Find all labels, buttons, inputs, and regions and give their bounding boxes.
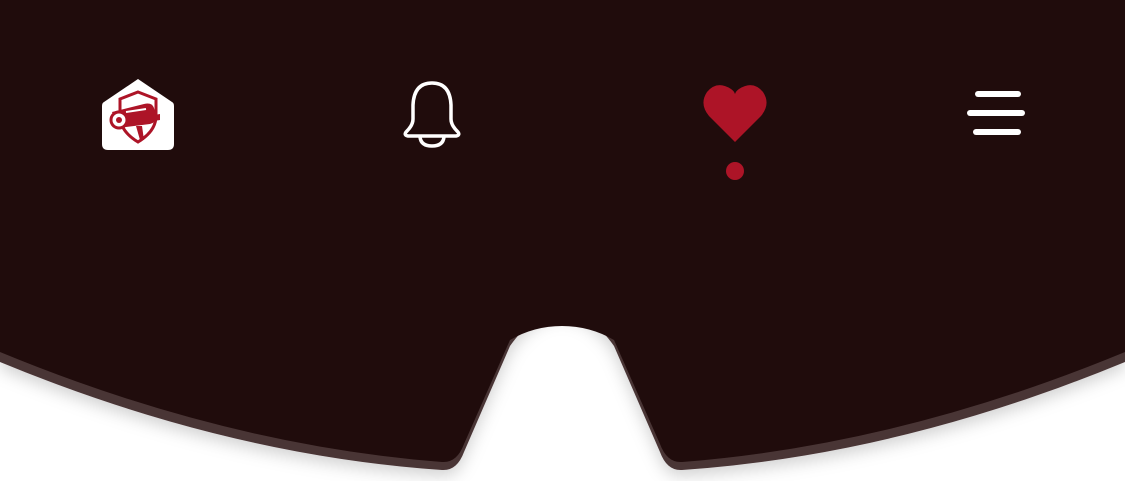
nav-home-button[interactable] bbox=[98, 74, 178, 154]
nav-favorites-button[interactable] bbox=[698, 80, 772, 148]
navbar-fill bbox=[0, 0, 1125, 463]
hamburger-menu-icon bbox=[967, 91, 1025, 135]
active-indicator-dot bbox=[726, 162, 744, 180]
bottom-navigation-bar bbox=[0, 0, 1125, 481]
heart-icon bbox=[703, 85, 767, 142]
nav-menu-button[interactable] bbox=[960, 82, 1030, 144]
security-camera-shield-home-icon bbox=[102, 79, 174, 150]
nav-notifications-button[interactable] bbox=[396, 78, 468, 150]
navbar-background bbox=[0, 0, 1125, 471]
bell-icon bbox=[403, 81, 461, 148]
